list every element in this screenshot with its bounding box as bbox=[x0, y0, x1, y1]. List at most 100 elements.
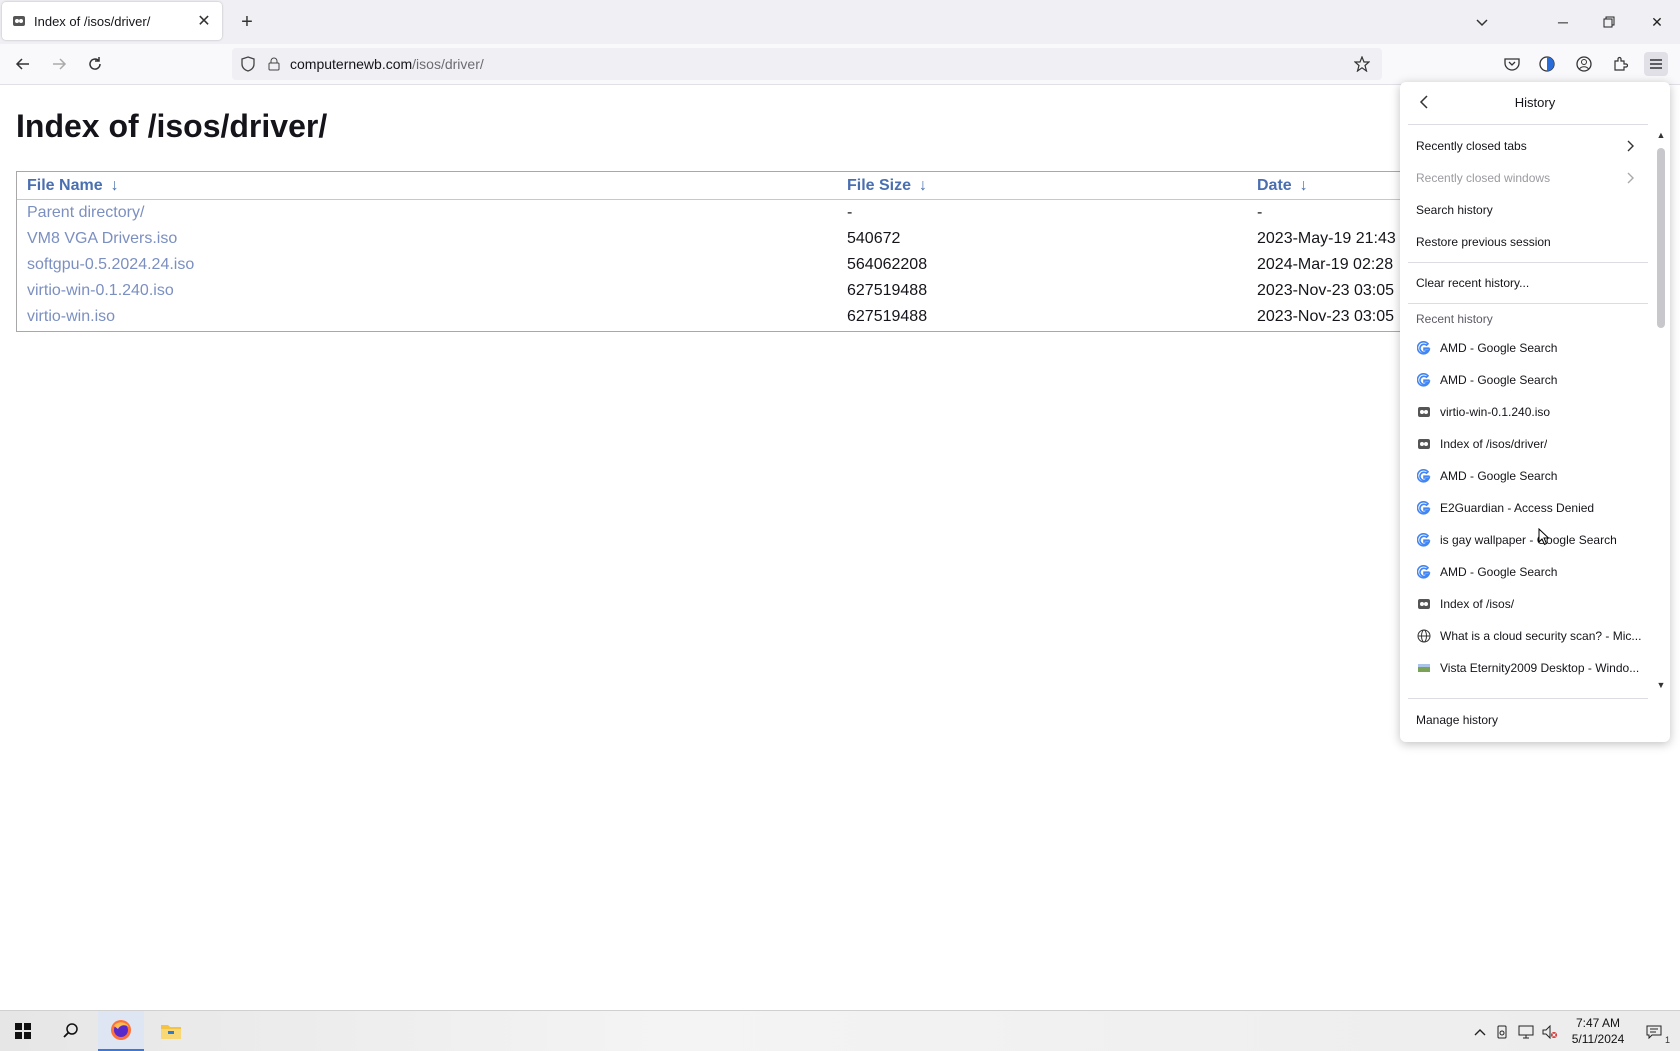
search-icon[interactable] bbox=[48, 1011, 94, 1051]
sort-arrow-icon[interactable]: ↓ bbox=[1300, 177, 1308, 194]
file-link[interactable]: Parent directory/ bbox=[27, 204, 144, 221]
reload-button[interactable] bbox=[80, 50, 110, 78]
history-item-title: AMD - Google Search bbox=[1440, 373, 1558, 387]
history-item[interactable]: Index of /isos/ bbox=[1416, 592, 1646, 616]
back-button[interactable] bbox=[8, 50, 38, 78]
sort-arrow-icon[interactable]: ↓ bbox=[919, 177, 927, 194]
sort-arrow-icon[interactable]: ↓ bbox=[111, 177, 119, 194]
divider bbox=[1408, 262, 1648, 263]
history-item[interactable]: E2Guardian - Access Denied bbox=[1416, 496, 1646, 520]
history-item-title: What is a cloud security scan? - Mic... bbox=[1440, 629, 1642, 643]
start-button[interactable] bbox=[0, 1011, 46, 1051]
history-item-title: Index of /isos/driver/ bbox=[1440, 437, 1548, 451]
extensions-icon[interactable] bbox=[1608, 52, 1632, 76]
volume-muted-icon[interactable] bbox=[1540, 1023, 1560, 1041]
file-name-column-header[interactable]: File Name ↓ bbox=[17, 172, 847, 200]
history-item[interactable]: is gay wallpaper - Google Search bbox=[1416, 528, 1646, 552]
recently-closed-tabs-label: Recently closed tabs bbox=[1416, 139, 1527, 153]
history-item[interactable]: AMD - Google Search bbox=[1416, 464, 1646, 488]
history-item-title: Index of /isos/ bbox=[1440, 597, 1515, 611]
chevron-right-icon bbox=[1622, 137, 1638, 155]
tab-title: Index of /isos/driver/ bbox=[34, 13, 151, 29]
restore-button[interactable] bbox=[1586, 0, 1632, 44]
mouse-cursor-icon bbox=[1538, 527, 1550, 551]
divider bbox=[1408, 303, 1648, 304]
network-icon[interactable] bbox=[1516, 1023, 1536, 1041]
app-menu-button[interactable] bbox=[1644, 52, 1668, 76]
file-name-cell: virtio-win.iso bbox=[17, 304, 847, 330]
shield-icon[interactable] bbox=[238, 56, 258, 72]
system-clock[interactable]: 7:47 AM 5/11/2024 bbox=[1560, 1015, 1636, 1047]
manage-history-item[interactable]: Manage history bbox=[1416, 709, 1646, 731]
device-icon[interactable] bbox=[1492, 1023, 1512, 1041]
history-item[interactable]: AMD - Google Search bbox=[1416, 560, 1646, 584]
history-panel: History Recently closed tabs Recently cl… bbox=[1400, 82, 1670, 742]
file-link[interactable]: VM8 VGA Drivers.iso bbox=[27, 230, 177, 247]
show-hidden-icons-chevron-icon[interactable] bbox=[1470, 1023, 1490, 1041]
minimize-button[interactable]: ─ bbox=[1540, 0, 1586, 44]
file-name-cell: Parent directory/ bbox=[17, 200, 847, 227]
file-link[interactable]: softgpu-0.5.2024.24.iso bbox=[27, 256, 194, 273]
restore-session-label: Restore previous session bbox=[1416, 235, 1551, 249]
file-name-cell: softgpu-0.5.2024.24.iso bbox=[17, 252, 847, 278]
scrollbar-thumb[interactable] bbox=[1657, 148, 1665, 328]
file-size-cell: 627519488 bbox=[847, 308, 928, 325]
clock-time: 7:47 AM bbox=[1575, 1016, 1621, 1030]
history-scrollbar[interactable]: ▲ ▼ bbox=[1656, 130, 1666, 690]
close-window-button[interactable]: ✕ bbox=[1634, 0, 1680, 44]
taskbar: 7:47 AM 5/11/2024 1 bbox=[0, 1010, 1680, 1051]
history-item[interactable]: AMD - Google Search bbox=[1416, 368, 1646, 392]
history-item[interactable]: virtio-win-0.1.240.iso bbox=[1416, 400, 1646, 424]
tab-index-isos-driver[interactable]: Index of /isos/driver/ ✕ bbox=[2, 2, 222, 40]
file-size-header-label[interactable]: File Size bbox=[847, 177, 911, 194]
google-icon bbox=[1416, 564, 1432, 580]
restore-session-item[interactable]: Restore previous session bbox=[1416, 231, 1646, 253]
scroll-down-icon[interactable]: ▼ bbox=[1656, 680, 1666, 690]
page-title: Index of /isos/driver/ bbox=[16, 108, 328, 144]
notification-count-badge: 1 bbox=[1664, 1035, 1670, 1045]
search-history-label: Search history bbox=[1416, 203, 1493, 217]
forward-button[interactable] bbox=[44, 50, 74, 78]
navigation-bar: computernewb.com/isos/driver/ bbox=[0, 44, 1680, 85]
file-size-column-header[interactable]: File Size ↓ bbox=[847, 172, 1257, 200]
history-item-title: AMD - Google Search bbox=[1440, 341, 1558, 355]
history-item[interactable]: AMD - Google Search bbox=[1416, 336, 1646, 360]
google-icon bbox=[1416, 372, 1432, 388]
history-item[interactable]: Index of /isos/driver/ bbox=[1416, 432, 1646, 456]
scroll-up-icon[interactable]: ▲ bbox=[1656, 130, 1666, 140]
bookmark-star-icon[interactable] bbox=[1352, 54, 1372, 74]
file-link[interactable]: virtio-win-0.1.240.iso bbox=[27, 282, 174, 299]
url-host: computernewb.com bbox=[290, 56, 413, 72]
history-item[interactable]: Vista Eternity2009 Desktop - Windo... bbox=[1416, 656, 1646, 680]
file-size-cell: 564062208 bbox=[847, 256, 928, 273]
firefox-taskbar-icon[interactable] bbox=[98, 1011, 144, 1051]
url-bar[interactable]: computernewb.com/isos/driver/ bbox=[232, 48, 1382, 80]
file-name-cell: VM8 VGA Drivers.iso bbox=[17, 226, 847, 252]
manage-history-label: Manage history bbox=[1416, 713, 1499, 727]
clear-history-item[interactable]: Clear recent history... bbox=[1416, 272, 1646, 294]
history-panel-title: History bbox=[1514, 95, 1556, 110]
date-header-label[interactable]: Date bbox=[1257, 177, 1292, 194]
url-path: /isos/driver/ bbox=[412, 56, 484, 72]
notifications-icon[interactable]: 1 bbox=[1640, 1023, 1670, 1045]
pocket-icon[interactable] bbox=[1500, 52, 1524, 76]
divider bbox=[1408, 124, 1648, 125]
clock-date: 5/11/2024 bbox=[1571, 1032, 1625, 1046]
site-icon bbox=[1416, 404, 1432, 420]
search-history-item[interactable]: Search history bbox=[1416, 199, 1646, 221]
history-item-title: virtio-win-0.1.240.iso bbox=[1440, 405, 1551, 419]
file-link[interactable]: virtio-win.iso bbox=[27, 308, 115, 325]
close-icon[interactable]: ✕ bbox=[192, 9, 216, 33]
history-item[interactable]: What is a cloud security scan? - Mic... bbox=[1416, 624, 1646, 648]
new-tab-button[interactable]: + bbox=[234, 9, 260, 35]
lock-icon[interactable] bbox=[264, 57, 284, 71]
account-icon[interactable] bbox=[1572, 52, 1596, 76]
file-size-cell: 540672 bbox=[847, 230, 901, 247]
chevron-down-icon[interactable] bbox=[1470, 10, 1494, 34]
file-name-cell: virtio-win-0.1.240.iso bbox=[17, 278, 847, 304]
image-icon bbox=[1416, 660, 1432, 676]
file-explorer-icon[interactable] bbox=[148, 1011, 194, 1051]
file-name-header-label[interactable]: File Name bbox=[27, 177, 103, 194]
privacy-extension-icon[interactable] bbox=[1535, 52, 1559, 76]
recently-closed-tabs-item[interactable]: Recently closed tabs bbox=[1416, 135, 1646, 157]
